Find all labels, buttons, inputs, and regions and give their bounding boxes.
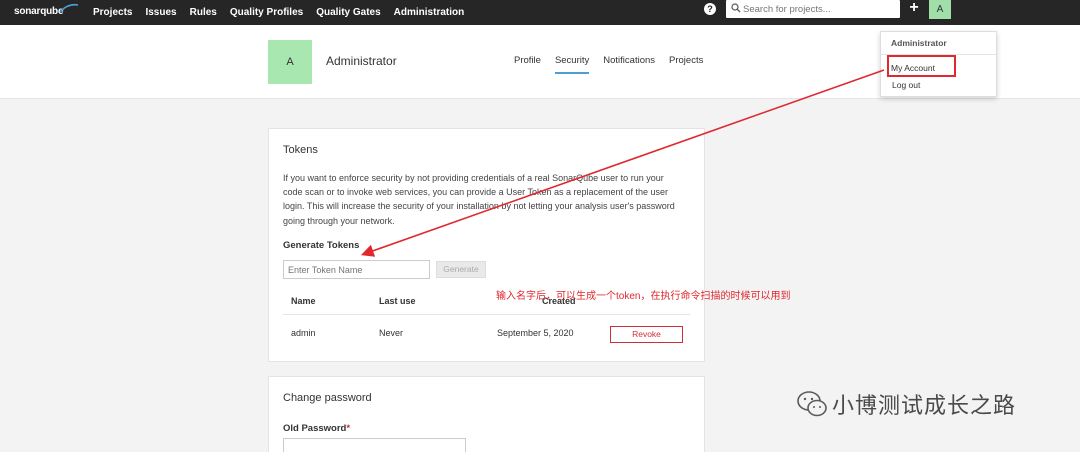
tab-profile[interactable]: Profile xyxy=(514,55,541,74)
my-account-highlight-box xyxy=(887,55,956,77)
annotation-text: 输入名字后，可以生成一个token，在执行命令扫描的时候可以用到 xyxy=(496,291,791,302)
sonarqube-logo[interactable]: sonarqube xyxy=(14,3,79,19)
revoke-button[interactable]: Revoke xyxy=(610,326,683,343)
token-row-name: admin xyxy=(291,328,316,338)
avatar: A xyxy=(268,40,312,84)
logo-arc-icon xyxy=(59,3,79,13)
nav-projects[interactable]: Projects xyxy=(93,7,132,18)
tokens-card: Tokens If you want to enforce security b… xyxy=(268,128,705,362)
logo-text: sonarqube xyxy=(14,6,64,17)
table-divider xyxy=(283,314,690,315)
logout-link[interactable]: Log out xyxy=(892,80,920,90)
main-nav: Projects Issues Rules Quality Profiles Q… xyxy=(93,0,477,25)
generate-button[interactable]: Generate xyxy=(436,261,486,278)
search-box[interactable] xyxy=(726,0,900,18)
help-icon[interactable]: ? xyxy=(704,3,716,15)
old-password-label: Old Password* xyxy=(283,423,350,434)
top-navbar: sonarqube Projects Issues Rules Quality … xyxy=(0,0,1080,25)
dropdown-title: Administrator xyxy=(891,38,947,48)
token-name-input[interactable] xyxy=(283,260,430,279)
tab-projects[interactable]: Projects xyxy=(669,55,703,74)
change-password-card: Change password Old Password* xyxy=(268,376,705,452)
watermark: 小博测试成长之路 xyxy=(796,388,1016,420)
token-row-created: September 5, 2020 xyxy=(497,328,574,338)
tab-notifications[interactable]: Notifications xyxy=(603,55,655,74)
old-password-label-text: Old Password xyxy=(283,423,347,434)
account-name: Administrator xyxy=(326,54,397,68)
search-icon xyxy=(731,3,741,13)
token-row-last-use: Never xyxy=(379,328,404,338)
generate-tokens-title: Generate Tokens xyxy=(283,240,360,251)
user-avatar-button[interactable]: A xyxy=(929,0,951,19)
tab-security[interactable]: Security xyxy=(554,55,590,74)
required-mark: * xyxy=(346,423,351,434)
account-tabs: Profile Security Notifications Projects xyxy=(514,55,717,74)
nav-administration[interactable]: Administration xyxy=(394,7,465,18)
wechat-icon xyxy=(797,391,827,417)
nav-quality-gates[interactable]: Quality Gates xyxy=(316,7,380,18)
nav-issues[interactable]: Issues xyxy=(145,7,176,18)
tokens-description: If you want to enforce security by not p… xyxy=(283,173,675,226)
old-password-field[interactable] xyxy=(283,438,466,452)
search-input[interactable] xyxy=(742,0,894,18)
tokens-title: Tokens xyxy=(283,144,318,156)
nav-rules[interactable]: Rules xyxy=(190,7,217,18)
plus-icon[interactable]: + xyxy=(906,0,922,16)
change-password-title: Change password xyxy=(283,392,372,404)
column-header-name: Name xyxy=(291,296,316,306)
nav-quality-profiles[interactable]: Quality Profiles xyxy=(230,7,303,18)
column-header-last-use: Last use xyxy=(379,296,416,306)
watermark-text: 小博测试成长之路 xyxy=(832,394,1017,419)
